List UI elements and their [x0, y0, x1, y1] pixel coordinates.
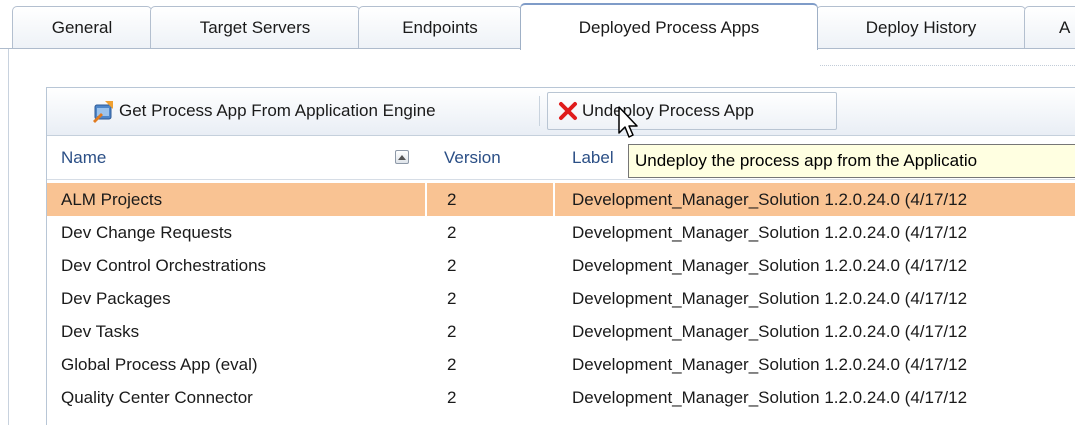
divider-line [820, 65, 1075, 66]
cell-label: Development_Manager_Solution 1.2.0.24.0 … [572, 255, 968, 275]
get-process-app-button[interactable]: Get Process App From Application Engine [81, 92, 446, 130]
cell-label: Development_Manager_Solution 1.2.0.24.0 … [572, 321, 968, 341]
tab-general[interactable]: General [12, 6, 152, 48]
cell-name: ALM Projects [61, 189, 163, 209]
table-row[interactable]: Dev Change Requests 2 Development_Manage… [47, 216, 1075, 249]
column-separator [425, 183, 427, 216]
table-row[interactable]: ALM Projects 2 Development_Manager_Solut… [47, 183, 1075, 216]
undeploy-process-app-label: Undeploy Process App [582, 101, 754, 120]
toolbar-separator [539, 96, 540, 126]
cell-name: Dev Control Orchestrations [61, 255, 267, 275]
cell-label: Development_Manager_Solution 1.2.0.24.0 … [572, 354, 968, 374]
toolbar: Get Process App From Application Engine … [47, 88, 1075, 136]
cell-version: 2 [447, 321, 457, 341]
table-row[interactable]: Quality Center Connector 2 Development_M… [47, 381, 1075, 414]
cell-name: Quality Center Connector [61, 387, 253, 407]
tab-deploy-history[interactable]: Deploy History [816, 6, 1026, 48]
cell-version: 2 [447, 387, 457, 407]
cell-version: 2 [447, 222, 457, 242]
cell-version: 2 [447, 189, 457, 209]
import-app-icon [91, 99, 115, 123]
cell-label: Development_Manager_Solution 1.2.0.24.0 … [572, 288, 968, 308]
cell-name: Dev Change Requests [61, 222, 233, 242]
column-separator [553, 183, 555, 216]
tab-deployed-process-apps[interactable]: Deployed Process Apps [520, 3, 818, 50]
cell-label: Development_Manager_Solution 1.2.0.24.0 … [572, 222, 968, 242]
undeploy-tooltip: Undeploy the process app from the Applic… [628, 144, 1075, 178]
cell-name: Dev Tasks [61, 321, 140, 341]
cell-version: 2 [447, 288, 457, 308]
column-header-label[interactable]: Label [572, 136, 614, 180]
cell-name: Global Process App (eval) [61, 354, 258, 374]
cell-name: Dev Packages [61, 288, 171, 308]
get-process-app-label: Get Process App From Application Engine [119, 101, 436, 120]
mouse-cursor-icon [617, 106, 641, 147]
table-row[interactable]: Dev Tasks 2 Development_Manager_Solution… [47, 315, 1075, 348]
sort-ascending-icon[interactable] [395, 150, 409, 164]
table-row[interactable]: Global Process App (eval) 2 Development_… [47, 348, 1075, 381]
cell-label: Development_Manager_Solution 1.2.0.24.0 … [572, 387, 968, 407]
cell-label: Development_Manager_Solution 1.2.0.24.0 … [572, 189, 968, 209]
tab-endpoints[interactable]: Endpoints [358, 6, 522, 48]
table-row[interactable]: Dev Control Orchestrations 2 Development… [47, 249, 1075, 282]
tab-overflow[interactable]: A [1024, 6, 1075, 48]
table-row[interactable]: Dev Packages 2 Development_Manager_Solut… [47, 282, 1075, 315]
tab-bar: General Target Servers Endpoints Deploye… [0, 0, 1075, 50]
column-header-name[interactable]: Name [61, 136, 106, 180]
cell-version: 2 [447, 255, 457, 275]
cell-version: 2 [447, 354, 457, 374]
red-x-icon [558, 101, 578, 121]
column-header-version[interactable]: Version [444, 136, 501, 180]
tab-target-servers[interactable]: Target Servers [150, 6, 360, 48]
undeploy-process-app-button[interactable]: Undeploy Process App [547, 92, 837, 130]
